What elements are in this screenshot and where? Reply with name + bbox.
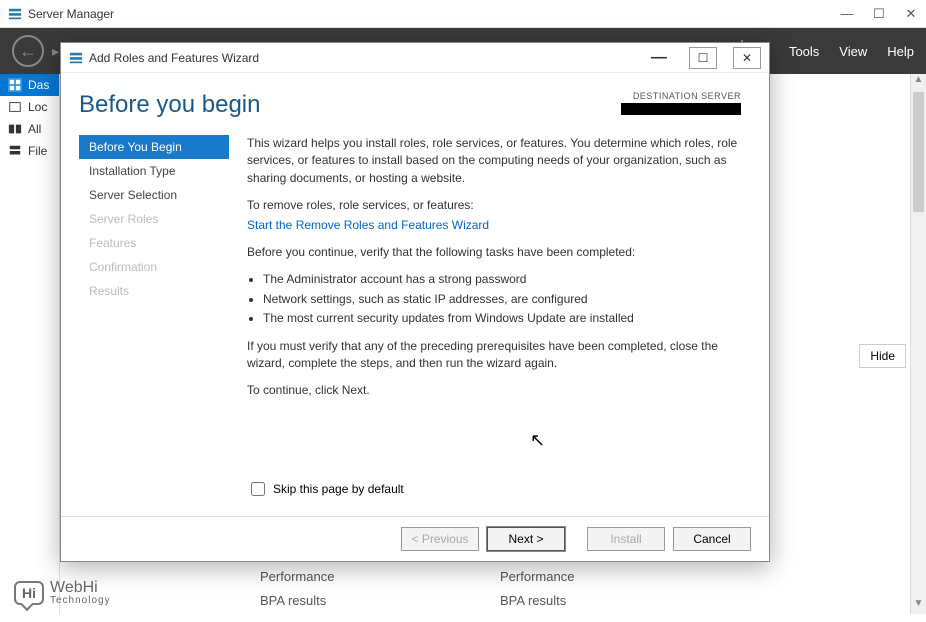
dashboard-icon: [8, 78, 22, 92]
continue-text: To continue, click Next.: [247, 382, 741, 399]
watermark-line1: WebHi: [50, 580, 111, 596]
main-minimize-button[interactable]: —: [840, 7, 854, 21]
sidebar-item-all[interactable]: All: [0, 118, 59, 140]
wizard-intro-text: This wizard helps you install roles, rol…: [247, 135, 741, 187]
server-manager-icon: [8, 7, 22, 21]
wizard-header: Before you begin DESTINATION SERVER: [61, 73, 769, 129]
add-roles-features-wizard: Add Roles and Features Wizard — ☐ ✕ Befo…: [60, 42, 770, 562]
sidebar-item-label: Loc: [28, 100, 47, 114]
cancel-button[interactable]: Cancel: [673, 527, 751, 551]
previous-button: < Previous: [401, 527, 479, 551]
hide-welcome-link[interactable]: Hide: [859, 344, 906, 368]
destination-server-label: DESTINATION SERVER: [621, 91, 741, 101]
scroll-up-arrow[interactable]: ▲: [911, 74, 926, 90]
watermark-logo: Hi WebHi Technology: [14, 580, 111, 606]
step-confirmation: Confirmation: [79, 255, 229, 279]
bg-row[interactable]: BPA results: [260, 589, 334, 614]
skip-page-checkbox[interactable]: [251, 482, 265, 496]
scroll-down-arrow[interactable]: ▼: [911, 598, 926, 614]
main-window-title: Server Manager: [28, 7, 840, 21]
destination-server-name-redacted: [621, 103, 741, 115]
step-features: Features: [79, 231, 229, 255]
bg-tile-left: Performance BPA results: [260, 565, 334, 614]
remove-roles-link[interactable]: Start the Remove Roles and Features Wiza…: [247, 218, 489, 232]
scroll-thumb[interactable]: [913, 92, 924, 212]
wizard-close-button[interactable]: ✕: [733, 47, 761, 69]
step-server-selection[interactable]: Server Selection: [79, 183, 229, 207]
destination-server-block: DESTINATION SERVER: [621, 91, 741, 115]
menu-tools[interactable]: Tools: [789, 44, 819, 59]
bg-row[interactable]: Performance: [260, 565, 334, 590]
step-results: Results: [79, 279, 229, 303]
install-button: Install: [587, 527, 665, 551]
sidebar-item-label: Das: [28, 78, 49, 92]
side-navigation: Das Loc All File: [0, 74, 60, 614]
main-close-button[interactable]: ✕: [904, 7, 918, 21]
main-vertical-scrollbar[interactable]: ▲ ▼: [910, 74, 926, 614]
menu-view[interactable]: View: [839, 44, 867, 59]
sidebar-item-dashboard[interactable]: Das: [0, 74, 59, 96]
skip-page-option[interactable]: Skip this page by default: [251, 482, 404, 496]
nav-forward-disabled: ▸: [52, 43, 59, 60]
verify-intro-text: Before you continue, verify that the fol…: [247, 244, 741, 261]
sidebar-item-label: File: [28, 144, 47, 158]
wizard-window-title: Add Roles and Features Wizard: [89, 51, 645, 65]
servers-icon: [8, 122, 22, 136]
main-window-titlebar: Server Manager — ☐ ✕: [0, 0, 926, 28]
wizard-footer: < Previous Next > Install Cancel: [61, 516, 769, 561]
sidebar-item-local[interactable]: Loc: [0, 96, 59, 118]
watermark-line2: Technology: [50, 596, 111, 606]
wizard-content: This wizard helps you install roles, rol…: [229, 129, 751, 516]
step-before-you-begin[interactable]: Before You Begin: [79, 135, 229, 159]
nav-back-button[interactable]: ←: [12, 35, 44, 67]
remove-roles-label: To remove roles, role services, or featu…: [247, 197, 741, 214]
sidebar-item-file[interactable]: File: [0, 140, 59, 162]
server-icon: [8, 100, 22, 114]
bg-row[interactable]: BPA results: [500, 589, 574, 614]
sidebar-item-label: All: [28, 122, 41, 136]
wizard-heading: Before you begin: [79, 91, 260, 119]
wizard-step-list: Before You Begin Installation Type Serve…: [79, 129, 229, 516]
wizard-icon: [69, 51, 83, 65]
prerequisite-item: Network settings, such as static IP addr…: [263, 291, 741, 308]
menu-help[interactable]: Help: [887, 44, 914, 59]
bg-row[interactable]: Performance: [500, 565, 574, 590]
must-verify-text: If you must verify that any of the prece…: [247, 338, 741, 373]
file-services-icon: [8, 144, 22, 158]
prerequisite-item: The Administrator account has a strong p…: [263, 271, 741, 288]
main-maximize-button[interactable]: ☐: [872, 7, 886, 21]
wizard-maximize-button[interactable]: ☐: [689, 47, 717, 69]
wizard-minimize-button[interactable]: —: [645, 47, 673, 69]
step-server-roles: Server Roles: [79, 207, 229, 231]
prerequisite-list: The Administrator account has a strong p…: [247, 271, 741, 327]
next-button[interactable]: Next >: [487, 527, 565, 551]
step-installation-type[interactable]: Installation Type: [79, 159, 229, 183]
prerequisite-item: The most current security updates from W…: [263, 310, 741, 327]
wizard-titlebar[interactable]: Add Roles and Features Wizard — ☐ ✕: [61, 43, 769, 73]
skip-page-label: Skip this page by default: [273, 482, 404, 496]
watermark-hi-icon: Hi: [14, 581, 44, 605]
